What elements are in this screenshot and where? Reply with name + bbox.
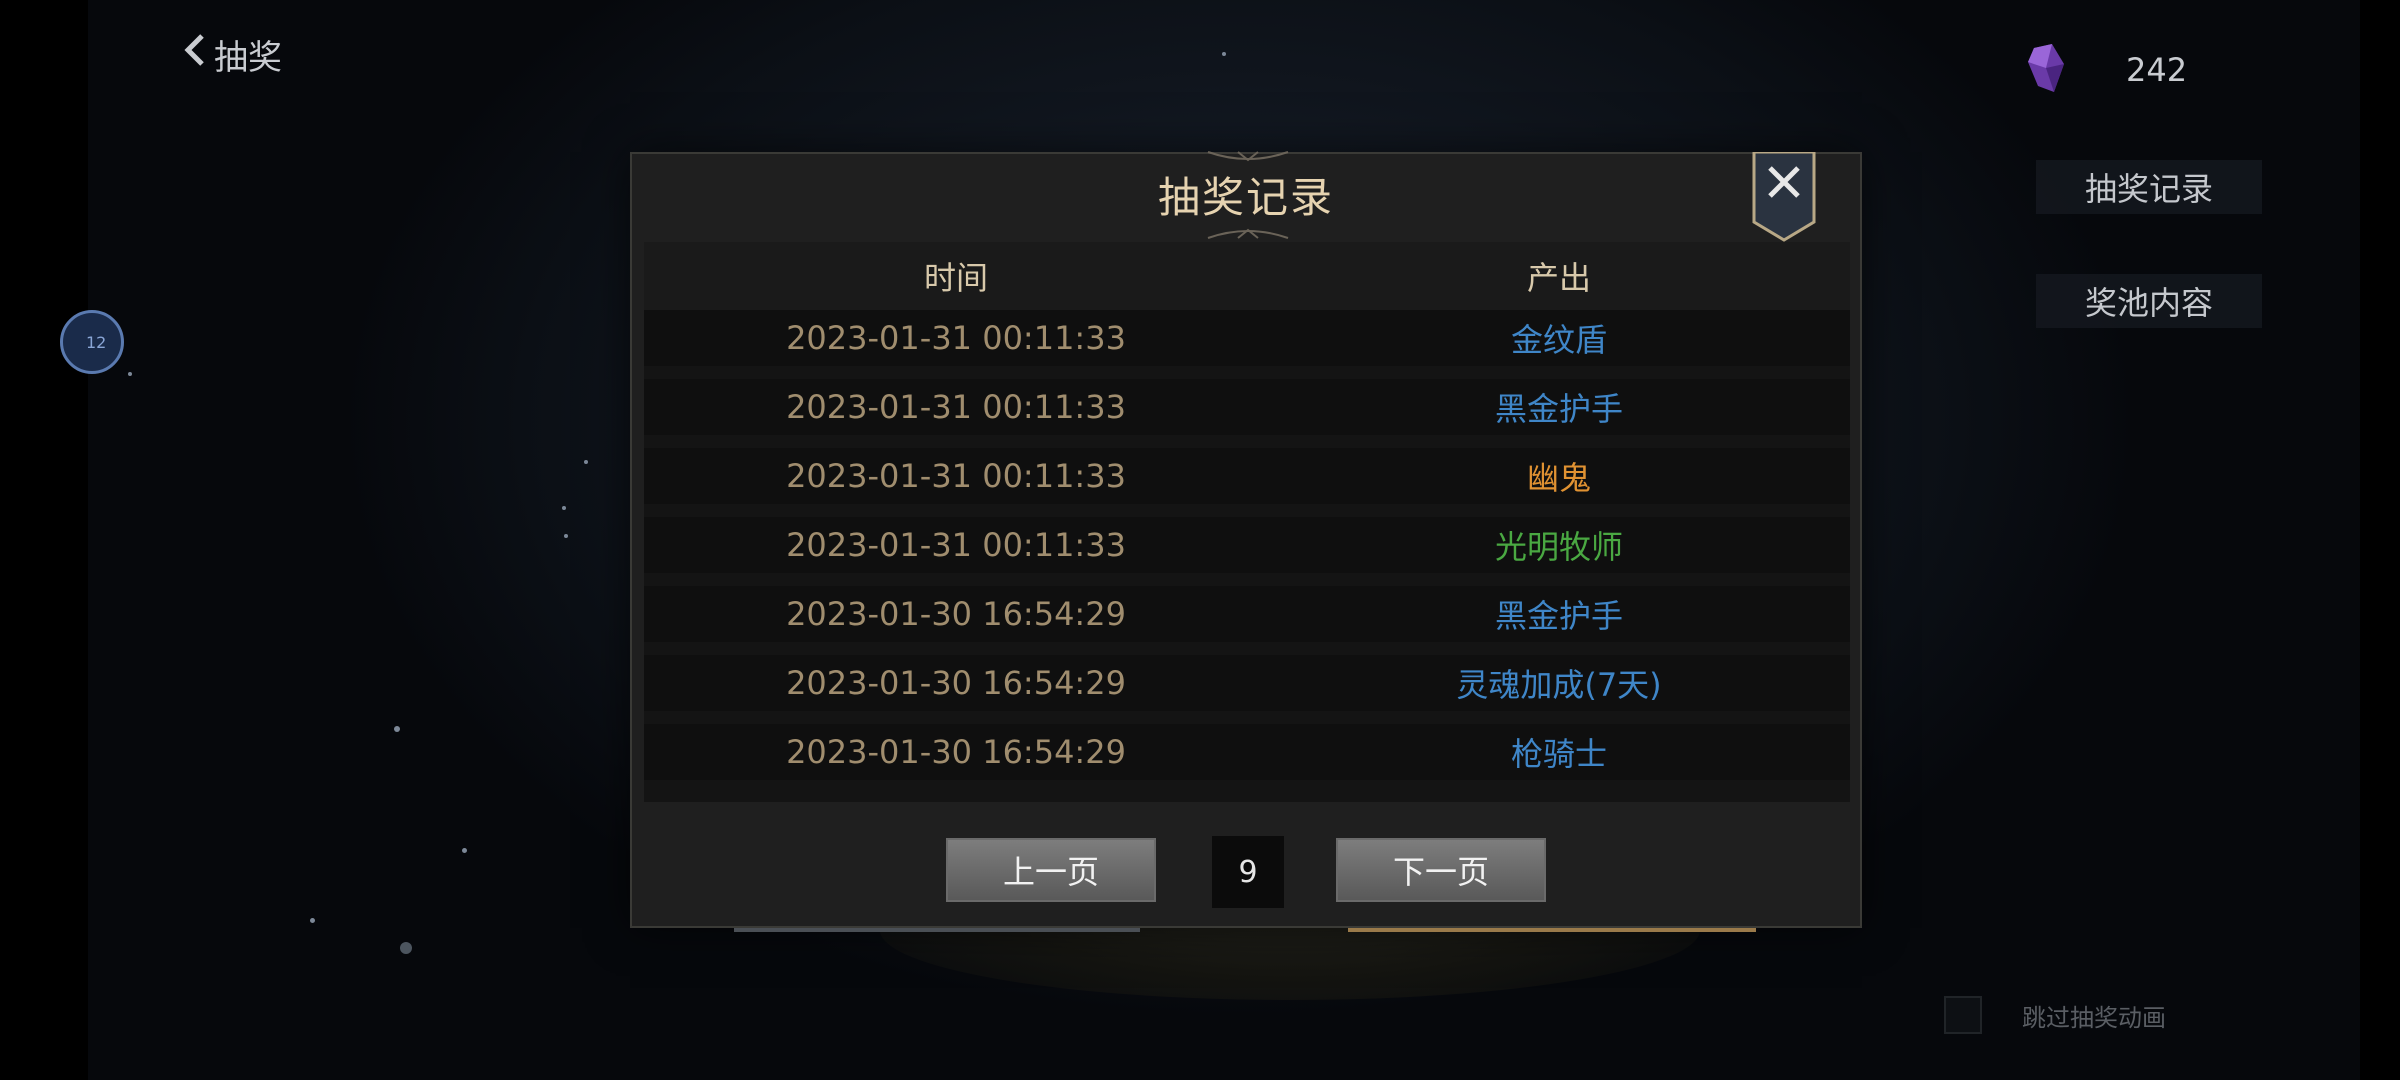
background-star [462,848,467,853]
column-header-output: 产出 [1526,259,1591,297]
skip-animation-checkbox[interactable] [1944,996,1982,1034]
background-star [310,918,315,923]
row-time: 2023-01-31 00:11:33 [786,457,1126,495]
table-header: 时间 产出 [644,242,1850,310]
currency-value: 242 [2126,51,2188,89]
row-time: 2023-01-30 16:54:29 [786,595,1126,633]
currency-display: 242 [2024,42,2187,98]
back-label: 抽奖 [214,38,282,78]
background-star [1222,52,1226,56]
dialog-divider [1348,928,1756,932]
row-item: 光明牧师 [1494,528,1623,566]
game-screen: 抽奖 242 抽奖记录 奖池内容 12 跳过抽奖动画 抽奖记录 时间 产出 20… [0,0,2400,1080]
table-row: 2023-01-30 16:54:29 枪骑士 [644,724,1850,780]
skip-animation-toggle[interactable]: 跳过抽奖动画 [1944,996,2166,1034]
row-item: 金纹盾 [1510,321,1607,359]
dialog-title: 抽奖记录 [1157,173,1334,222]
row-time: 2023-01-30 16:54:29 [786,664,1126,702]
background-star [562,506,566,510]
row-time: 2023-01-31 00:11:33 [786,388,1126,426]
purple-crystal-icon [2024,42,2068,98]
letterbox-left [0,0,88,1080]
background-star [400,942,412,954]
lottery-record-dialog: 抽奖记录 时间 产出 2023-01-31 00:11:33 金纹盾 2023-… [630,150,1862,932]
table-row: 2023-01-31 00:11:33 光明牧师 [644,517,1850,573]
row-time: 2023-01-31 00:11:33 [786,319,1126,357]
row-item: 幽鬼 [1526,459,1591,497]
side-circle-label: 12 [86,333,107,352]
lottery-record-button[interactable]: 抽奖记录 [2036,160,2262,214]
prize-pool-button[interactable]: 奖池内容 [2036,274,2262,328]
background-star [394,726,400,732]
pagination: 上一页 9 下一页 [632,836,1860,908]
row-time: 2023-01-31 00:11:33 [786,526,1126,564]
row-item: 黑金护手 [1494,390,1623,428]
table-row: 2023-01-31 00:11:33 黑金护手 [644,379,1850,435]
column-header-time: 时间 [923,259,988,297]
row-time: 2023-01-30 16:54:29 [786,733,1126,771]
row-item: 枪骑士 [1510,735,1607,773]
record-rows: 2023-01-31 00:11:33 金纹盾 2023-01-31 00:11… [644,310,1850,780]
dialog-divider [734,928,1140,932]
next-page-button[interactable]: 下一页 [1336,838,1546,902]
background-star [128,372,132,376]
page-number: 9 [1212,836,1284,908]
table-row: 2023-01-31 00:11:33 幽鬼 [644,448,1850,504]
row-item: 黑金护手 [1494,597,1623,635]
record-table: 时间 产出 2023-01-31 00:11:33 金纹盾 2023-01-31… [644,242,1850,802]
table-row: 2023-01-31 00:11:33 金纹盾 [644,310,1850,366]
back-button[interactable]: 抽奖 [182,30,282,79]
title-ornament-icon [1207,228,1289,239]
background-star [584,460,588,464]
letterbox-right [2360,0,2400,1080]
background-star [564,534,568,538]
table-row: 2023-01-30 16:54:29 黑金护手 [644,586,1850,642]
close-button[interactable] [1752,150,1816,242]
row-item: 灵魂加成(7天) [1456,666,1662,704]
skip-animation-label: 跳过抽奖动画 [2022,1003,2166,1032]
table-row: 2023-01-30 16:54:29 灵魂加成(7天) [644,655,1850,711]
chevron-left-icon [182,33,208,76]
prev-page-button[interactable]: 上一页 [946,838,1156,902]
close-icon [1752,150,1816,242]
